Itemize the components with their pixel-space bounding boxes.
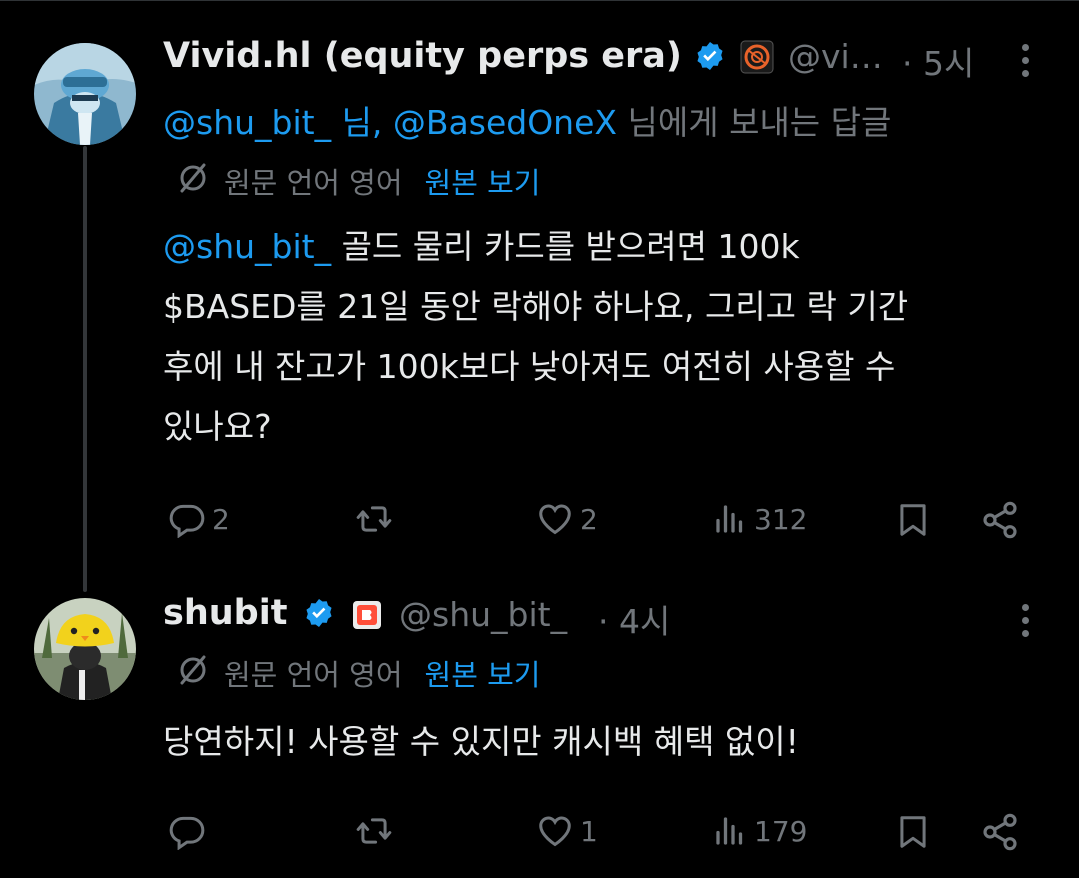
like-icon [539,504,571,535]
views-count: 312 [754,502,808,536]
retweet-icon [356,506,392,532]
retweet-icon [356,818,392,844]
handle[interactable]: @shu_bit_ [399,595,567,634]
like-button[interactable]: 2 [536,500,598,538]
display-name[interactable]: shubit [163,593,287,633]
bookmark-button[interactable] [894,812,932,852]
retweet-button[interactable] [354,500,400,538]
like-count: 2 [580,502,598,536]
body-line: 골드 물리 카드를 받으려면 100k [331,227,800,266]
handle[interactable]: @vi… [788,37,883,76]
tweet-text: @shu_bit_ 골드 물리 카드를 받으려면 100k $BASED를 21… [163,217,908,457]
reply-button[interactable]: 2 [168,500,230,538]
translation-row: 원문 언어 영어 원본 보기 [176,160,540,202]
reply-button[interactable] [168,812,212,850]
tweet-text: 당연하지! 사용할 수 있지만 캐시백 혜택 없이! [163,722,799,761]
reply-mention[interactable]: @shu_bit_ 님, @BasedOneX [163,103,617,142]
share-icon [983,813,1017,851]
translate-icon [176,653,210,694]
retweet-button[interactable] [354,812,400,850]
view-original-link[interactable]: 원본 보기 [425,160,541,202]
views-count: 179 [754,814,808,848]
body-line: $BASED를 21일 동안 락해야 하나요, 그리고 락 기간 [163,287,909,326]
affiliate-badge-icon[interactable] [352,600,382,634]
original-language-label: 원문 언어 영어 [224,166,403,200]
verified-badge-icon[interactable] [303,597,335,633]
views-icon [716,505,743,533]
original-language-label: 원문 언어 영어 [224,658,403,692]
body-mention[interactable]: @shu_bit_ [163,227,331,266]
verified-badge-icon[interactable] [694,40,726,76]
reply-count: 2 [212,502,230,536]
view-original-link[interactable]: 원본 보기 [425,652,541,694]
share-button[interactable] [980,812,1020,852]
timestamp[interactable]: · 5시 [902,37,974,85]
affiliate-badge-icon[interactable] [740,40,774,78]
more-icon[interactable] [1022,604,1030,643]
display-name[interactable]: Vivid.hl (equity perps era) [163,36,682,76]
like-count: 1 [580,814,598,848]
more-icon[interactable] [1022,44,1030,83]
bookmark-icon [900,816,926,848]
body-line: 후에 내 잔고가 100k보다 낮아져도 여전히 사용할 수 [163,347,896,386]
translation-row: 원문 언어 영어 원본 보기 [176,652,540,694]
thread-connector-line [83,146,87,592]
share-button[interactable] [980,500,1020,540]
top-divider [0,0,1079,1]
like-button[interactable]: 1 [536,812,598,850]
reply-suffix: 님에게 보내는 답글 [627,103,892,142]
translate-icon [176,161,210,202]
bookmark-icon [900,504,926,536]
body-line: 있나요? [163,407,272,446]
share-icon [983,501,1017,539]
like-icon [539,816,571,847]
reply-to-line: @shu_bit_ 님, @BasedOneX 님에게 보내는 답글 [163,96,891,144]
avatar[interactable] [34,598,136,700]
views-icon [716,817,743,845]
avatar[interactable] [34,43,136,145]
views-button[interactable]: 179 [712,812,807,850]
timestamp[interactable]: · 4시 [598,595,670,643]
reply-icon [169,504,205,538]
bookmark-button[interactable] [894,500,932,540]
views-button[interactable]: 312 [712,500,807,538]
reply-icon [169,816,205,850]
